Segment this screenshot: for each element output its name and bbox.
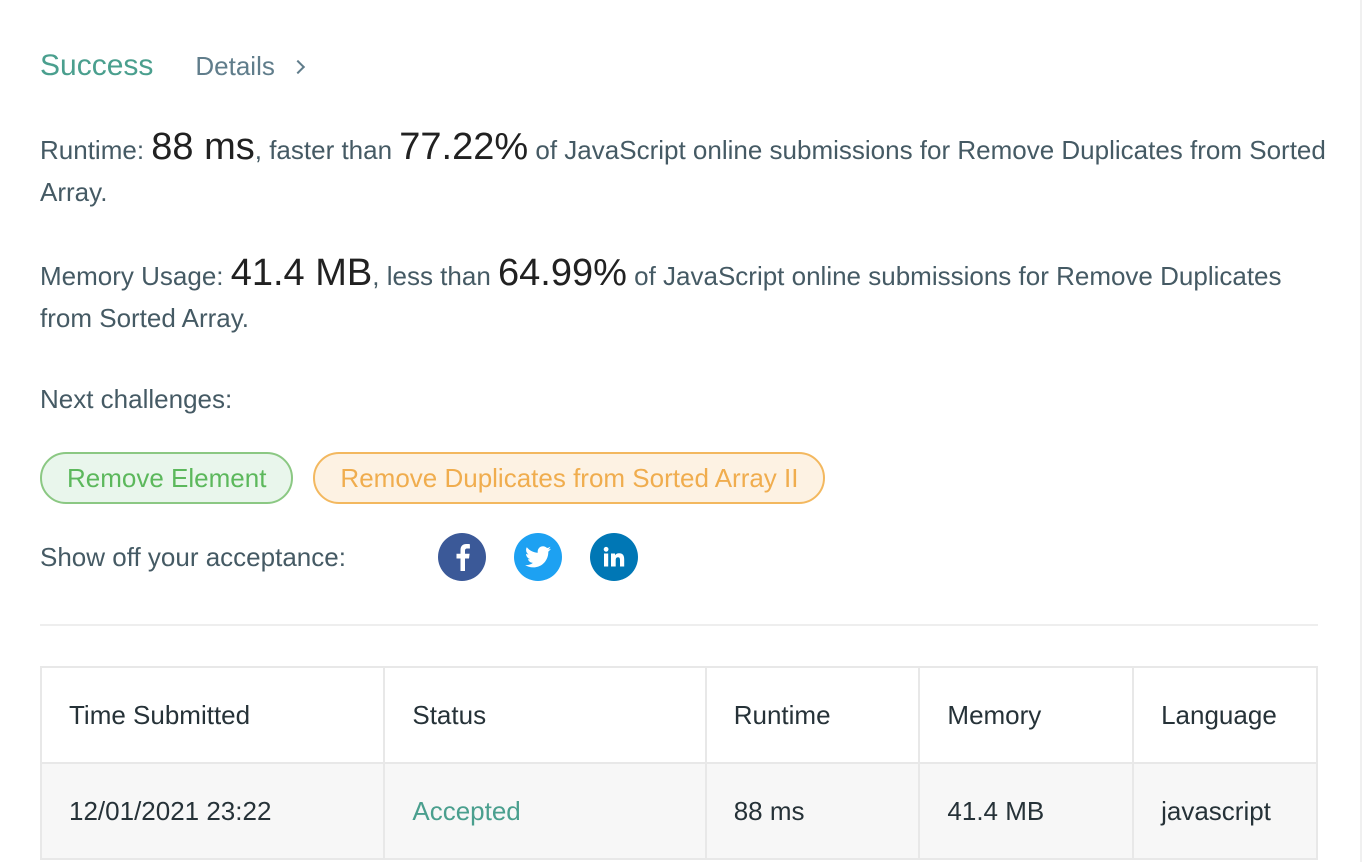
share-label: Show off your acceptance:: [40, 541, 346, 572]
twitter-icon[interactable]: [514, 533, 562, 581]
facebook-icon[interactable]: [438, 533, 486, 581]
memory-value: 41.4 MB: [230, 252, 373, 294]
challenge-remove-element[interactable]: Remove Element: [40, 452, 294, 504]
runtime-value: 88 ms: [151, 126, 255, 168]
runtime-label: Runtime:: [40, 135, 152, 165]
memory-stat: Memory Usage: 41.4 MB, less than 64.99% …: [40, 252, 1330, 339]
share-row: Show off your acceptance:: [40, 532, 666, 582]
status-title: Success: [40, 49, 154, 82]
details-label: Details: [195, 50, 275, 81]
cell-runtime: 88 ms: [704, 762, 921, 860]
memory-comparison: , less than: [372, 261, 498, 291]
linkedin-icon[interactable]: [590, 533, 638, 581]
submissions-table: Time Submitted Status Runtime Memory Lan…: [39, 666, 1318, 860]
cell-time-submitted: 12/01/2021 23:22: [39, 762, 386, 860]
memory-percent: 64.99%: [498, 252, 627, 294]
details-link[interactable]: Details: [195, 50, 305, 82]
header-memory[interactable]: Memory: [918, 666, 1135, 764]
chevron-right-icon: [290, 59, 305, 75]
challenge-remove-duplicates-ii[interactable]: Remove Duplicates from Sorted Array II: [313, 452, 826, 504]
header-time-submitted[interactable]: Time Submitted: [39, 666, 386, 764]
runtime-comparison: , faster than: [254, 135, 400, 165]
next-challenges-label: Next challenges:: [40, 384, 233, 414]
runtime-stat: Runtime: 88 ms, faster than 77.22% of Ja…: [40, 126, 1330, 213]
memory-label: Memory Usage:: [40, 261, 231, 291]
header-language[interactable]: Language: [1132, 666, 1318, 764]
runtime-percent: 77.22%: [399, 126, 529, 168]
cell-language: javascript: [1132, 762, 1318, 860]
result-header: Success Details: [40, 44, 305, 88]
cell-memory: 41.4 MB: [918, 762, 1135, 860]
cell-status-link[interactable]: Accepted: [383, 762, 707, 860]
divider: [40, 624, 1318, 626]
next-challenges-list: Remove Element Remove Duplicates from So…: [40, 452, 826, 504]
submission-result-page: Success Details Runtime: 88 ms, faster t…: [0, 0, 1362, 862]
table-row: 12/01/2021 23:22 Accepted 88 ms 41.4 MB …: [39, 762, 1318, 860]
table-header-row: Time Submitted Status Runtime Memory Lan…: [39, 666, 1318, 764]
header-runtime[interactable]: Runtime: [704, 666, 921, 764]
header-status[interactable]: Status: [383, 666, 707, 764]
